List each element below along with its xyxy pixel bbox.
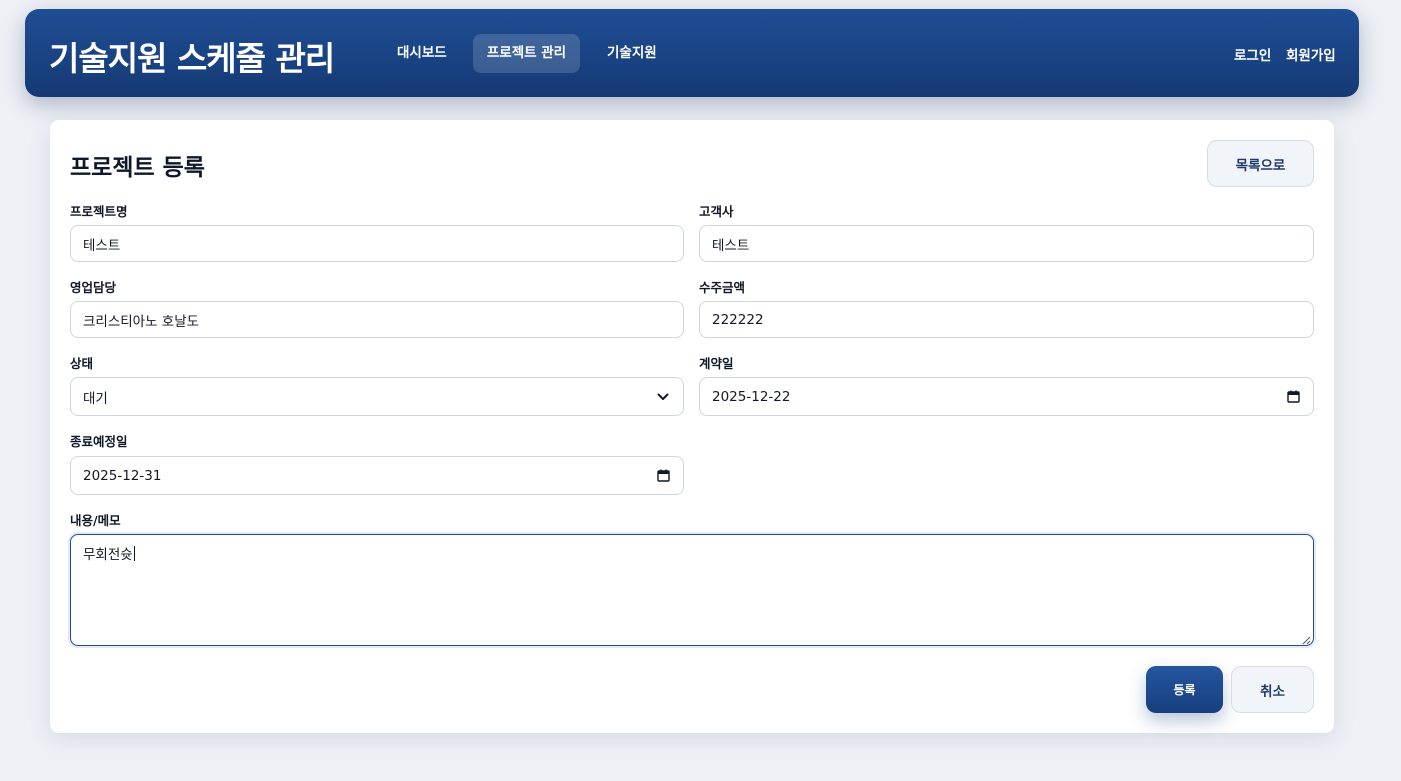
client-value: 테스트 [712, 237, 750, 254]
order-amount-input[interactable]: 222222 [699, 301, 1314, 338]
project-name-value: 테스트 [83, 237, 121, 254]
project-name-input[interactable]: 테스트 [70, 225, 684, 262]
sales-rep-value: 크리스티아노 호날도 [83, 313, 200, 330]
end-date-label: 종료예정일 [70, 434, 128, 449]
top-navbar: 기술지원 스케줄 관리 대시보드 프로젝트 관리 기술지원 로그인 회원가입 [25, 9, 1359, 97]
memo-textarea[interactable]: 무회전슛 [70, 534, 1314, 646]
end-date-value: 2025-12-31 [83, 467, 162, 484]
nav-dashboard[interactable]: 대시보드 [383, 34, 461, 73]
contract-date-label: 계약일 [699, 356, 734, 371]
resize-handle-icon[interactable] [1301, 633, 1311, 645]
chevron-down-icon [655, 389, 671, 405]
submit-button[interactable]: 등록 [1146, 666, 1223, 713]
page-title: 프로젝트 등록 [70, 155, 205, 181]
login-link[interactable]: 로그인 [1234, 44, 1271, 64]
memo-value: 무회전슛 [83, 547, 133, 563]
signup-link[interactable]: 회원가입 [1286, 44, 1336, 64]
app-title[interactable]: 기술지원 스케줄 관리 [49, 32, 335, 80]
client-input[interactable]: 테스트 [699, 225, 1314, 262]
cancel-button[interactable]: 취소 [1231, 666, 1314, 713]
nav-project-management[interactable]: 프로젝트 관리 [473, 34, 580, 73]
sales-rep-input[interactable]: 크리스티아노 호날도 [70, 301, 684, 338]
text-caret [133, 546, 136, 561]
calendar-icon[interactable] [1285, 389, 1301, 405]
calendar-icon[interactable] [655, 468, 671, 484]
sales-rep-label: 영업담당 [70, 280, 117, 295]
contract-date-input[interactable]: 2025-12-22 [699, 377, 1314, 416]
status-label: 상태 [70, 356, 94, 371]
order-amount-label: 수주금액 [699, 280, 746, 295]
status-select[interactable]: 대기 [70, 377, 684, 416]
contract-date-value: 2025-12-22 [712, 388, 791, 405]
client-label: 고객사 [699, 204, 734, 219]
back-to-list-button[interactable]: 목록으로 [1207, 140, 1314, 187]
nav-tech-support[interactable]: 기술지원 [593, 34, 671, 73]
memo-label: 내용/메모 [70, 513, 121, 528]
end-date-input[interactable]: 2025-12-31 [70, 456, 684, 495]
project-name-label: 프로젝트명 [70, 204, 128, 219]
order-amount-value: 222222 [712, 311, 764, 328]
project-form-card: 프로젝트 등록 목록으로 프로젝트명 테스트 고객사 테스트 영업담당 크리스티… [50, 120, 1334, 733]
status-value: 대기 [83, 390, 108, 407]
